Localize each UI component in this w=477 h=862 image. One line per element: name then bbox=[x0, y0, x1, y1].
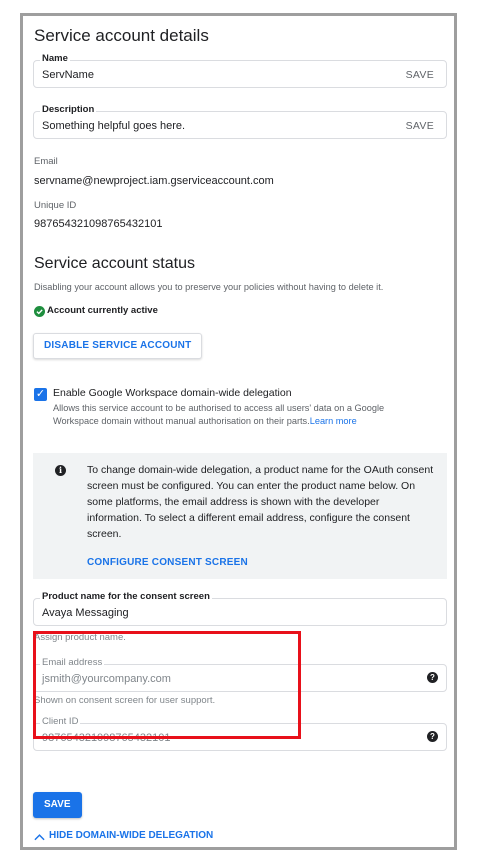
status-heading: Service account status bbox=[34, 255, 195, 272]
delegation-help-line2: Workspace domain without manual authoris… bbox=[53, 416, 310, 426]
delegation-help-line1: Allows this service account to be author… bbox=[53, 403, 385, 413]
delegation-help-text: Allows this service account to be author… bbox=[53, 402, 447, 428]
description-field-value[interactable]: Something helpful goes here. bbox=[42, 120, 185, 132]
email-value: servname@newproject.iam.gserviceaccount.… bbox=[34, 175, 274, 187]
name-field-label: Name bbox=[40, 53, 70, 64]
check-circle-icon bbox=[34, 306, 45, 317]
disable-service-account-button[interactable]: DISABLE SERVICE ACCOUNT bbox=[33, 333, 203, 359]
status-badge: Account currently active bbox=[34, 305, 334, 319]
product-name-field[interactable]: Product name for the consent screen Avay… bbox=[33, 591, 447, 626]
delegation-checkbox-label[interactable]: Enable Google Workspace domain-wide dele… bbox=[53, 387, 292, 399]
product-name-label: Product name for the consent screen bbox=[40, 591, 212, 602]
chevron-up-icon bbox=[34, 834, 45, 841]
delegation-info-text: To change domain-wide delegation, a prod… bbox=[87, 464, 434, 540]
hide-delegation-toggle[interactable]: HIDE DOMAIN-WIDE DELEGATION bbox=[34, 830, 294, 844]
page-title: Service account details bbox=[34, 26, 209, 45]
unique-id-value: 987654321098765432101 bbox=[34, 218, 163, 230]
name-field-value[interactable]: ServName bbox=[42, 69, 94, 81]
delegation-info-box: i To change domain-wide delegation, a pr… bbox=[33, 453, 447, 579]
name-field[interactable]: Name ServName SAVE bbox=[33, 53, 447, 88]
status-active-text: Account currently active bbox=[47, 305, 158, 316]
product-name-value[interactable]: Avaya Messaging bbox=[42, 607, 129, 619]
description-field-label: Description bbox=[40, 104, 97, 115]
highlight-box bbox=[33, 631, 301, 739]
name-save-button[interactable]: SAVE bbox=[406, 69, 434, 81]
email-label: Email bbox=[34, 156, 58, 167]
help-icon[interactable]: ? bbox=[427, 672, 438, 683]
help-icon[interactable]: ? bbox=[427, 731, 438, 742]
unique-id-label: Unique ID bbox=[34, 200, 77, 211]
save-button[interactable]: SAVE bbox=[33, 792, 82, 818]
description-save-button[interactable]: SAVE bbox=[406, 120, 434, 132]
status-description: Disabling your account allows you to pre… bbox=[34, 282, 384, 292]
description-field[interactable]: Description Something helpful goes here.… bbox=[33, 104, 447, 139]
hide-delegation-label[interactable]: HIDE DOMAIN-WIDE DELEGATION bbox=[49, 830, 213, 841]
delegation-checkbox[interactable]: ✓ bbox=[34, 388, 47, 401]
configure-consent-screen-link[interactable]: CONFIGURE CONSENT SCREEN bbox=[87, 557, 248, 568]
learn-more-link[interactable]: Learn more bbox=[310, 416, 357, 426]
info-icon: i bbox=[55, 465, 66, 476]
